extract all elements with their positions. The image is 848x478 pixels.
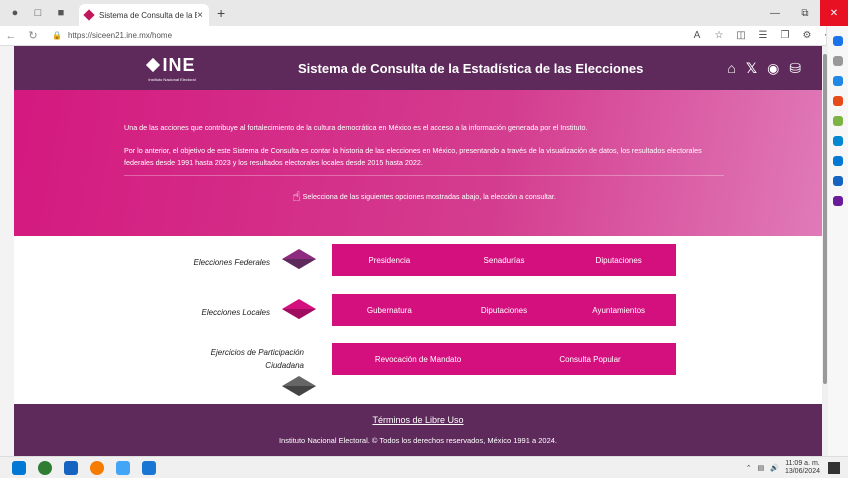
- shopping-icon[interactable]: [832, 76, 843, 86]
- collections-icon[interactable]: ❐: [774, 30, 796, 41]
- clock-time: 11:09 a. m.: [785, 459, 820, 467]
- window-controls: — ⧉ ✕: [760, 0, 848, 26]
- file-explorer-icon[interactable]: [64, 460, 78, 475]
- windows-taskbar: ⌃ ▤ 🔊 11:09 a. m. 13/06/2024: [0, 456, 848, 478]
- tools-icon[interactable]: [832, 96, 843, 106]
- refresh-icon[interactable]: ↻: [22, 29, 44, 42]
- banner-divider: [124, 175, 724, 176]
- tab-actions-icon[interactable]: ■: [53, 5, 69, 21]
- intro-paragraph-2: Por lo anterior, el objetivo de este Sis…: [124, 146, 702, 167]
- citizen-diamond-icon: [282, 376, 316, 396]
- tab-close-icon[interactable]: ×: [197, 10, 203, 21]
- favorite-star-icon[interactable]: ☆: [708, 30, 730, 41]
- extensions-icon[interactable]: ⚙: [796, 30, 818, 41]
- federal-options-bar: Presidencia Senadurías Diputaciones: [332, 244, 676, 276]
- x-twitter-icon[interactable]: 𝕏: [746, 60, 757, 77]
- word-taskbar-icon[interactable]: [142, 460, 156, 475]
- site-footer: Términos de Libre Uso Instituto Nacional…: [14, 404, 822, 456]
- federal-elections-label: Elecciones Federales: [193, 258, 270, 267]
- search-icon[interactable]: [832, 56, 843, 66]
- minimize-icon[interactable]: —: [760, 0, 790, 26]
- lock-icon: 🔒: [52, 31, 62, 40]
- election-options: Elecciones Federales Presidencia Senadur…: [14, 236, 822, 411]
- profile-icon[interactable]: ●: [7, 5, 23, 21]
- database-icon[interactable]: ⛁: [789, 60, 801, 77]
- web-page: INE Instituto Nacional Electoral Sistema…: [14, 46, 822, 456]
- window-close-icon[interactable]: ✕: [820, 0, 848, 26]
- logo-text: INE: [162, 54, 196, 75]
- federal-diamond-icon: [282, 249, 316, 269]
- presidencia-button[interactable]: Presidencia: [332, 256, 447, 265]
- citizen-options-bar: Revocación de Mandato Consulta Popular: [332, 343, 676, 375]
- read-aloud-icon[interactable]: A: [686, 30, 708, 41]
- site-favicon-icon: [83, 9, 95, 21]
- logo-wordmark: INE: [146, 54, 196, 76]
- clock[interactable]: 11:09 a. m. 13/06/2024: [785, 460, 820, 476]
- restore-icon[interactable]: ⧉: [790, 0, 820, 26]
- citizen-label-line1: Ejercicios de Participación: [210, 348, 304, 357]
- drop-icon[interactable]: [832, 176, 843, 186]
- workspaces-icon[interactable]: □: [30, 5, 46, 21]
- system-tray: ⌃ ▤ 🔊 11:09 a. m. 13/06/2024: [746, 460, 848, 476]
- tray-chevron-icon[interactable]: ⌃: [746, 464, 752, 472]
- new-tab-icon[interactable]: +: [217, 5, 225, 21]
- chrome-taskbar-icon[interactable]: [90, 460, 104, 475]
- back-icon[interactable]: ←: [0, 30, 22, 42]
- local-diputaciones-button[interactable]: Diputaciones: [447, 306, 562, 315]
- senadurias-button[interactable]: Senadurías: [447, 256, 562, 265]
- citizen-label-line2: Ciudadana: [265, 361, 304, 370]
- facebook-icon[interactable]: ◉: [767, 60, 779, 77]
- notifications-icon[interactable]: [828, 461, 840, 474]
- pointing-hand-icon: ☝: [292, 188, 301, 204]
- consulta-popular-button[interactable]: Consulta Popular: [504, 355, 676, 364]
- header-social-links: ⌂ 𝕏 ◉ ⛁: [727, 60, 811, 77]
- copyright-text: Instituto Nacional Electoral. © Todos lo…: [278, 436, 558, 445]
- local-options-bar: Gubernatura Diputaciones Ayuntamientos: [332, 294, 676, 326]
- split-screen-icon[interactable]: ◫: [730, 30, 752, 41]
- clock-date: 13/06/2024: [784, 467, 820, 475]
- home-icon[interactable]: ⌂: [727, 60, 735, 76]
- browser-sidebar: [826, 26, 848, 456]
- browser-tab-bar: ● □ ■ Sistema de Consulta de la Estadí ×…: [0, 0, 848, 26]
- gubernatura-button[interactable]: Gubernatura: [332, 306, 447, 315]
- federal-diputaciones-button[interactable]: Diputaciones: [561, 256, 676, 265]
- intro-banner: Una de las acciones que contribuye al fo…: [14, 90, 822, 236]
- browser-tab[interactable]: Sistema de Consulta de la Estadí ×: [79, 4, 209, 26]
- site-header: INE Instituto Nacional Electoral Sistema…: [14, 46, 822, 90]
- edge-taskbar-icon[interactable]: [38, 460, 52, 475]
- terms-link[interactable]: Términos de Libre Uso: [14, 415, 822, 425]
- teams-icon[interactable]: [832, 196, 843, 206]
- select-prompt: Selecciona de las siguientes opciones mo…: [302, 192, 556, 201]
- address-bar-actions: A ☆ ◫ ☰ ❐ ⚙ ⋯: [686, 30, 840, 41]
- select-prompt-line: ☝ Selecciona de las siguientes opciones …: [124, 188, 724, 205]
- windows-start-icon[interactable]: [12, 460, 26, 475]
- logo-subtext: Instituto Nacional Electoral: [148, 76, 196, 82]
- scrollbar-thumb[interactable]: [823, 54, 827, 384]
- games-icon[interactable]: [832, 116, 843, 126]
- ayuntamientos-button[interactable]: Ayuntamientos: [561, 306, 676, 315]
- volume-icon[interactable]: 🔊: [770, 464, 779, 472]
- url-field[interactable]: 🔒 https://siceen21.ine.mx/home: [52, 28, 686, 44]
- tab-title: Sistema de Consulta de la Estadí: [99, 10, 197, 20]
- teams-taskbar-icon[interactable]: [116, 460, 130, 475]
- logo-diamond-icon: [146, 57, 161, 73]
- outlook-icon[interactable]: [832, 156, 843, 166]
- local-diamond-icon: [282, 299, 316, 319]
- copilot-icon[interactable]: [832, 36, 843, 46]
- favorites-list-icon[interactable]: ☰: [752, 30, 774, 41]
- local-elections-label: Elecciones Locales: [201, 308, 270, 317]
- citizen-participation-label: Ejercicios de Participación Ciudadana: [14, 346, 304, 372]
- office-icon[interactable]: [832, 136, 843, 146]
- intro-paragraph-1: Una de las acciones que contribuye al fo…: [124, 123, 588, 132]
- address-bar: ← ↻ 🔒 https://siceen21.ine.mx/home A ☆ ◫…: [0, 26, 848, 46]
- page-title: Sistema de Consulta de la Estadística de…: [298, 60, 644, 76]
- page-scrollbar[interactable]: [822, 46, 828, 456]
- url-text: https://siceen21.ine.mx/home: [67, 31, 173, 40]
- network-icon[interactable]: ▤: [758, 464, 765, 472]
- ine-logo[interactable]: INE Instituto Nacional Electoral: [142, 54, 202, 82]
- revocacion-mandato-button[interactable]: Revocación de Mandato: [332, 355, 504, 364]
